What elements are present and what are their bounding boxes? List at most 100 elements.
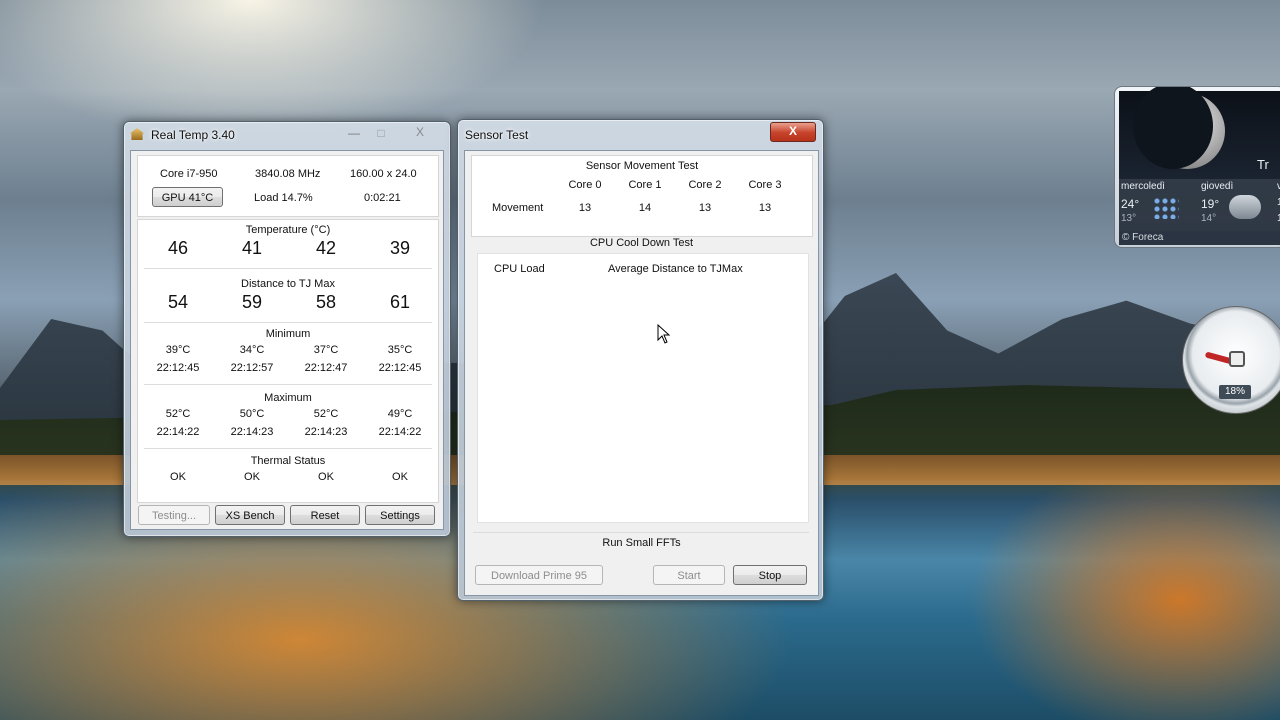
core1-max-temp: 50°C (239, 408, 265, 420)
cpu-multiplier: 160.00 x 24.0 (350, 168, 417, 180)
divider (144, 268, 432, 269)
cpu-frequency: 3840.08 MHz (255, 168, 321, 180)
core1-thermal-status: OK (244, 471, 260, 483)
day1-name: mercoledì (1121, 181, 1165, 192)
realtemp-window: Real Temp 3.40 — □ X Core i7-950 3840.08… (123, 121, 451, 537)
mouse-cursor-icon (657, 324, 671, 344)
distance-header: Distance to TJ Max (241, 278, 335, 290)
sensor-movement-header: Sensor Movement Test (585, 160, 699, 172)
sensor-test-titlebar[interactable]: Sensor Test X (458, 120, 823, 146)
cpu-meter-gadget[interactable]: 18% (1182, 306, 1280, 414)
run-small-ffts-label: Run Small FFTs (602, 537, 681, 549)
core3-movement: 13 (758, 202, 772, 214)
core1-movement: 14 (638, 202, 652, 214)
core3-distance: 61 (389, 292, 411, 312)
moon-shadow (1133, 87, 1213, 169)
maximum-header: Maximum (264, 392, 312, 404)
reset-button[interactable]: Reset (290, 505, 360, 525)
day2-low: 14° (1201, 213, 1217, 224)
sensor-test-title: Sensor Test (465, 128, 529, 142)
temperature-header: Temperature (°C) (245, 224, 331, 236)
sensor-test-window: Sensor Test X Sensor Movement Test Core … (457, 119, 824, 601)
storm-icon (1229, 195, 1261, 219)
core2-movement: 13 (698, 202, 712, 214)
day1-high: 24° (1121, 197, 1140, 211)
realtemp-titlebar[interactable]: Real Temp 3.40 — □ X (124, 122, 450, 148)
core0-max-time: 22:14:22 (156, 426, 200, 438)
realtemp-title: Real Temp 3.40 (151, 128, 235, 142)
close-button[interactable]: X (770, 122, 816, 142)
divider (473, 532, 809, 533)
core3-max-temp: 49°C (387, 408, 413, 420)
core1-max-time: 22:14:23 (230, 426, 274, 438)
sensor-test-client: Sensor Movement Test Core 0 Core 1 Core … (464, 150, 819, 596)
maximize-button[interactable]: □ (370, 125, 392, 143)
core3-header: Core 3 (748, 179, 782, 191)
core1-temp: 41 (241, 238, 263, 258)
core2-temp: 42 (315, 238, 337, 258)
xs-bench-button[interactable]: XS Bench (215, 505, 285, 525)
testing-button[interactable]: Testing... (138, 505, 210, 525)
readings-panel: Temperature (°C) 46 41 42 39 Distance to… (137, 219, 439, 503)
realtemp-client: Core i7-950 3840.08 MHz 160.00 x 24.0 GP… (130, 150, 444, 530)
cool-down-panel: CPU Load Average Distance to TJMax (477, 253, 809, 523)
cpu-load-label: CPU Load (494, 263, 545, 275)
divider (144, 322, 432, 323)
core0-thermal-status: OK (170, 471, 186, 483)
core0-min-time: 22:12:45 (156, 362, 200, 374)
close-button[interactable]: X (408, 124, 432, 142)
rain-icon (1153, 197, 1179, 219)
download-prime95-button[interactable]: Download Prime 95 (475, 565, 603, 585)
minimum-header: Minimum (265, 328, 311, 340)
core2-distance: 58 (315, 292, 337, 312)
movement-label: Movement (492, 202, 544, 214)
gauge-hub (1229, 351, 1245, 367)
core0-temp: 46 (167, 238, 189, 258)
day1-low: 13° (1121, 213, 1137, 224)
core1-min-time: 22:12:57 (230, 362, 274, 374)
core2-max-temp: 52°C (313, 408, 339, 420)
sensor-movement-panel: Sensor Movement Test Core 0 Core 1 Core … (471, 155, 813, 237)
day2-name: giovedì (1201, 181, 1234, 192)
weather-gadget[interactable]: Tr mercoledì 24° 13° giovedì 19° 14° v 1… (1114, 86, 1280, 248)
core2-thermal-status: OK (318, 471, 334, 483)
core0-max-temp: 52°C (165, 408, 191, 420)
core1-min-temp: 34°C (239, 344, 265, 356)
core1-header: Core 1 (628, 179, 662, 191)
weather-sky: Tr (1119, 87, 1280, 179)
core2-min-temp: 37°C (313, 344, 339, 356)
cpu-load: Load 14.7% (254, 192, 313, 204)
core3-min-temp: 35°C (387, 344, 413, 356)
weather-partial-label: Tr (1257, 157, 1269, 172)
thermal-status-header: Thermal Status (250, 455, 326, 467)
core0-movement: 13 (578, 202, 592, 214)
stop-button[interactable]: Stop (733, 565, 807, 585)
cpu-cool-down-header: CPU Cool Down Test (589, 237, 694, 249)
gpu-temp-button[interactable]: GPU 41°C (152, 187, 223, 207)
core3-thermal-status: OK (392, 471, 408, 483)
cpu-info-panel: Core i7-950 3840.08 MHz 160.00 x 24.0 GP… (137, 155, 439, 217)
weather-forecast: mercoledì 24° 13° giovedì 19° 14° v 1 1 (1119, 179, 1280, 231)
core0-distance: 54 (167, 292, 189, 312)
weather-footer[interactable]: © Foreca (1119, 231, 1280, 245)
divider (144, 384, 432, 385)
core2-header: Core 2 (688, 179, 722, 191)
cpu-usage-value: 18% (1219, 385, 1251, 399)
day2-high: 19° (1201, 197, 1220, 211)
divider (144, 448, 432, 449)
core0-min-temp: 39°C (165, 344, 191, 356)
uptime: 0:02:21 (364, 192, 401, 204)
core1-distance: 59 (241, 292, 263, 312)
minimize-button[interactable]: — (342, 125, 366, 143)
realtemp-app-icon (130, 128, 144, 140)
core3-min-time: 22:12:45 (378, 362, 422, 374)
settings-button[interactable]: Settings (365, 505, 435, 525)
core3-max-time: 22:14:22 (378, 426, 422, 438)
core2-max-time: 22:14:23 (304, 426, 348, 438)
core2-min-time: 22:12:47 (304, 362, 348, 374)
core3-temp: 39 (389, 238, 411, 258)
average-distance-label: Average Distance to TJMax (608, 263, 743, 275)
start-button[interactable]: Start (653, 565, 725, 585)
core0-header: Core 0 (568, 179, 602, 191)
cpu-model: Core i7-950 (160, 168, 218, 180)
